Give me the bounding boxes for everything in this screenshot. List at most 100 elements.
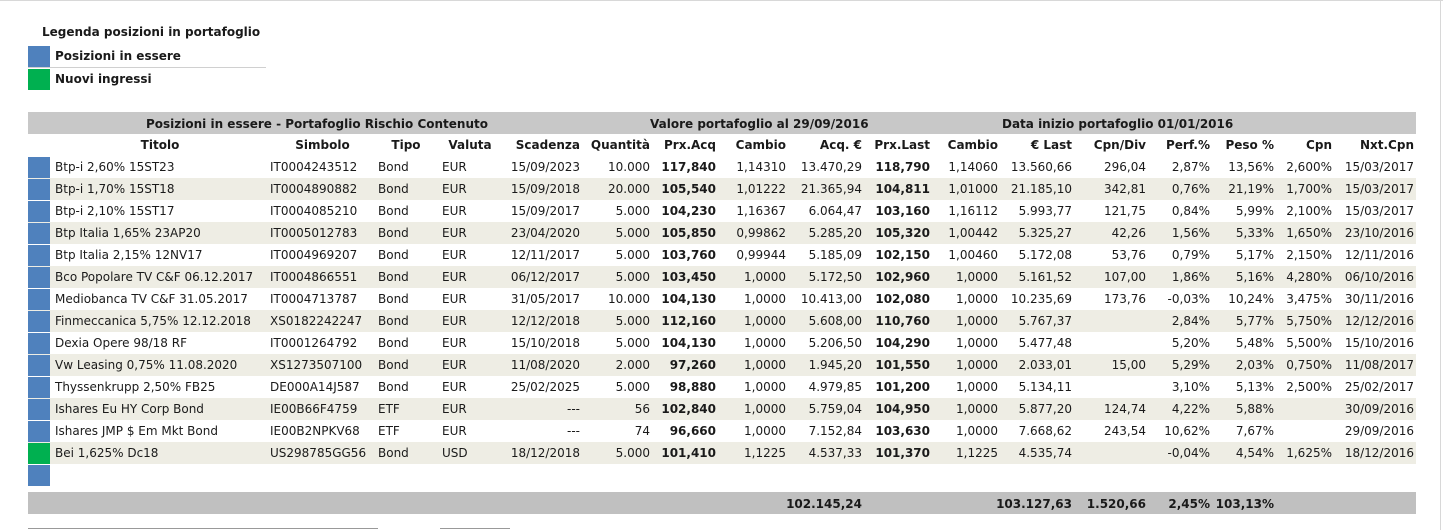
cell-prx-acq: 102,840 [661, 402, 716, 416]
cell-acq-eur: 5.285,20 [808, 226, 862, 240]
table-row: Bei 1,625% Dc18 US298785GG56 Bond USD 18/12/… [28, 442, 1416, 464]
cell-quantita: 5.000 [615, 446, 650, 460]
cell-peso: 5,13% [1235, 380, 1274, 394]
cell-simbolo: IE00B66F4759 [270, 402, 358, 416]
cell-cambio-acq: 1,0000 [744, 358, 786, 372]
cell-tipo: Bond [378, 292, 409, 306]
bottom-rule [440, 528, 510, 529]
cell-cambio-acq: 1,0000 [744, 336, 786, 350]
cell-cpn: 5,500% [1286, 336, 1332, 350]
cell-cambio-acq: 1,0000 [744, 424, 786, 438]
cell-scadenza: 06/12/2017 [510, 270, 580, 284]
cell-acq-eur: 5.206,50 [808, 336, 862, 350]
cell-perf: 0,79% [1171, 248, 1210, 262]
column-header-titolo: Titolo [140, 138, 180, 152]
cell-cambio-last: 1,0000 [956, 402, 998, 416]
cell-tipo: Bond [378, 314, 409, 328]
cell-scadenza: 11/08/2020 [510, 358, 580, 372]
status-marker [28, 157, 50, 178]
cell-peso: 7,67% [1235, 424, 1274, 438]
cell-nxt-cpn: 30/11/2016 [1344, 292, 1414, 306]
cell-acq-eur: 1.945,20 [808, 358, 862, 372]
cell-prx-last: 103,630 [875, 424, 930, 438]
cell-acq-eur: 4.979,85 [808, 380, 862, 394]
cell-cpn-div: 173,76 [1104, 292, 1146, 306]
table-row: Vw Leasing 0,75% 11.08.2020 XS1273507100 B… [28, 354, 1416, 376]
cell-eur-last: 21.185,10 [1010, 182, 1072, 196]
column-header-prx-last: Prx.Last [874, 138, 930, 152]
cell-cpn-div: 42,26 [1111, 226, 1146, 240]
cell-peso: 4,54% [1235, 446, 1274, 460]
cell-eur-last: 5.161,52 [1018, 270, 1072, 284]
column-header-cambio-last: Cambio [947, 138, 998, 152]
table-row: Dexia Opere 98/18 RF IT0001264792 Bond EUR 1… [28, 332, 1416, 354]
cell-scadenza: 12/12/2018 [510, 314, 580, 328]
cell-nxt-cpn: 11/08/2017 [1344, 358, 1414, 372]
cell-titolo: Btp Italia 1,65% 23AP20 [55, 226, 201, 240]
cell-prx-last: 105,320 [875, 226, 930, 240]
cell-cambio-acq: 1,01222 [736, 182, 786, 196]
cell-eur-last: 5.172,08 [1018, 248, 1072, 262]
cell-peso: 5,88% [1235, 402, 1274, 416]
legend-item-new: Nuovi ingressi [28, 68, 266, 90]
cell-prx-last: 103,160 [875, 204, 930, 218]
status-marker [28, 311, 50, 332]
cell-valuta: EUR [442, 402, 467, 416]
cell-cambio-last: 1,16112 [948, 204, 998, 218]
column-header-quantita: Quantità [590, 138, 650, 152]
cell-eur-last: 10.235,69 [1010, 292, 1072, 306]
column-header-prx-acq: Prx.Acq [663, 138, 716, 152]
column-header-tipo: Tipo [391, 138, 421, 152]
cell-cpn: 2,500% [1286, 380, 1332, 394]
cell-nxt-cpn: 15/03/2017 [1344, 182, 1414, 196]
cell-cpn-div: 15,00 [1111, 358, 1146, 372]
total-perf: 2,45% [1168, 497, 1210, 511]
cell-eur-last: 5.325,27 [1018, 226, 1072, 240]
table-row: Btp-i 2,60% 15ST23 IT0004243512 Bond EUR 15/… [28, 156, 1416, 178]
table-row: Ishares Eu HY Corp Bond IE00B66F4759 ETF EU… [28, 398, 1416, 420]
portfolio-table: Posizioni in essere - Portafoglio Rischi… [28, 112, 1416, 514]
status-marker [28, 377, 50, 398]
cell-prx-last: 104,950 [875, 402, 930, 416]
cell-acq-eur: 5.759,04 [808, 402, 862, 416]
cell-perf: 1,56% [1171, 226, 1210, 240]
cell-eur-last: 7.668,62 [1018, 424, 1072, 438]
bottom-rule [28, 528, 378, 529]
table-row: Btp Italia 1,65% 23AP20 IT0005012783 Bond E… [28, 222, 1416, 244]
cell-peso: 5,77% [1235, 314, 1274, 328]
cell-acq-eur: 5.608,00 [808, 314, 862, 328]
cell-tipo: Bond [378, 204, 409, 218]
column-header-cpn: Cpn [1306, 138, 1332, 152]
table-title-band: Posizioni in essere - Portafoglio Rischi… [28, 112, 1416, 134]
cell-titolo: Btp Italia 2,15% 12NV17 [55, 248, 203, 262]
cell-simbolo: US298785GG56 [270, 446, 367, 460]
cell-scadenza: 23/04/2020 [510, 226, 580, 240]
cell-prx-last: 101,200 [875, 380, 930, 394]
cell-cpn: 3,475% [1286, 292, 1332, 306]
cell-nxt-cpn: 25/02/2017 [1344, 380, 1414, 394]
cell-scadenza: 12/11/2017 [510, 248, 580, 262]
cell-nxt-cpn: 23/10/2016 [1344, 226, 1414, 240]
cell-simbolo: IT0004085210 [270, 204, 358, 218]
cell-valuta: EUR [442, 314, 467, 328]
cell-perf: 2,84% [1171, 314, 1210, 328]
cell-cambio-last: 1,0000 [956, 270, 998, 284]
column-header-peso: Peso % [1225, 138, 1274, 152]
cell-cpn: 2,600% [1286, 160, 1332, 174]
cell-perf: -0,04% [1167, 446, 1210, 460]
cell-valuta: EUR [442, 336, 467, 350]
cell-perf: 2,87% [1171, 160, 1210, 174]
cell-quantita: 5.000 [615, 204, 650, 218]
cell-peso: 21,19% [1228, 182, 1274, 196]
cell-prx-acq: 96,660 [669, 424, 716, 438]
cell-cambio-acq: 1,14310 [736, 160, 786, 174]
cell-cpn: 1,650% [1286, 226, 1332, 240]
column-header-eur-last: € Last [1030, 138, 1072, 152]
cell-cambio-acq: 1,1225 [744, 446, 786, 460]
cell-peso: 10,24% [1228, 292, 1274, 306]
status-marker [28, 443, 50, 464]
cell-acq-eur: 7.152,84 [808, 424, 862, 438]
cell-cambio-acq: 0,99862 [736, 226, 786, 240]
total-cpn-div: 1.520,66 [1086, 497, 1146, 511]
cell-peso: 5,99% [1235, 204, 1274, 218]
